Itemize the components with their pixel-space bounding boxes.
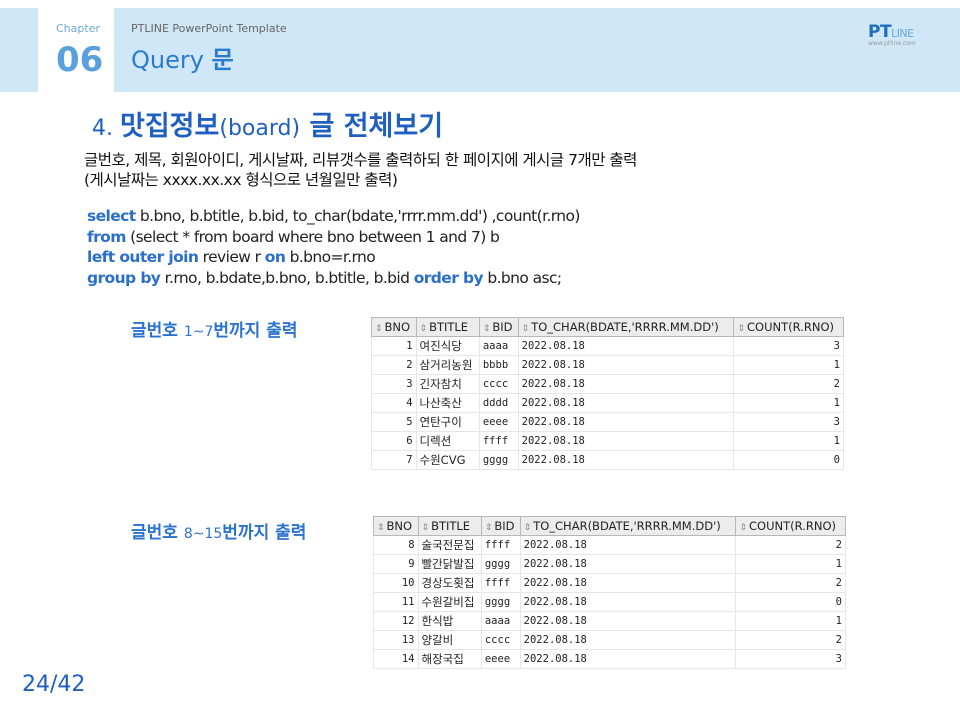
- code-line-1-rest: b.bno, b.btitle, b.bid, to_char(bdate,'r…: [135, 207, 581, 225]
- result1-header-row: ⇕ BNO ⇕ BTITLE ⇕ BID ⇕ TO_CHAR(BDATE,'RRRR.M…: [371, 317, 844, 337]
- code-line-3-mid: review r: [198, 248, 265, 266]
- column-header-date[interactable]: ⇕ TO_CHAR(BDATE,'RRRR.MM.DD'): [517, 317, 735, 337]
- keyword-from: from: [87, 227, 126, 246]
- table-row: 14 해장국집 eeee 2022.08.18 3: [373, 649, 846, 669]
- result2-header-row: ⇕ BNO ⇕ BTITLE ⇕ BID ⇕ TO_CHAR(BDATE,'RRRR.M…: [373, 516, 846, 536]
- table-row: 4 나산축산 dddd 2022.08.18 1: [371, 393, 844, 413]
- column-header-bid[interactable]: ⇕ BID: [480, 516, 521, 536]
- keyword-on: on: [264, 248, 286, 266]
- result2-label-a: 글번호: [131, 523, 184, 543]
- result1-table: ⇕ BNO ⇕ BTITLE ⇕ BID ⇕ TO_CHAR(BDATE,'RRRR.M…: [371, 317, 844, 470]
- sort-arrows-icon: ⇕: [484, 523, 493, 533]
- code-line-4: group by r.rno, b.bdate,b.bno, b.btitle,…: [87, 268, 580, 289]
- section-title-b: (board): [219, 116, 301, 141]
- column-header-btitle[interactable]: ⇕ BTITLE: [415, 317, 480, 337]
- template-name: PTLINE PowerPoint Template: [131, 22, 287, 35]
- result2-label: 글번호 8~15번까지 출력: [131, 518, 306, 543]
- result2-table: ⇕ BNO ⇕ BTITLE ⇕ BID ⇕ TO_CHAR(BDATE,'RRRR.M…: [373, 516, 846, 669]
- sort-arrows-icon: ⇕: [419, 324, 428, 334]
- table-row: 12 한식밥 aaaa 2022.08.18 1: [373, 611, 846, 631]
- table-row: 13 양갈비 cccc 2022.08.18 2: [373, 630, 846, 650]
- code-line-4-rest: b.bno asc;: [483, 268, 562, 287]
- page-title: Query 문: [131, 40, 234, 75]
- description-line-1: 글번호, 제목, 회원아이디, 게시날짜, 리뷰갯수를 출력하되 한 페이지에 …: [84, 151, 637, 169]
- table-row: 11 수원갈비집 gggg 2022.08.18 0: [373, 592, 846, 612]
- code-line-2-rest: (select * from board where bno between 1…: [125, 227, 500, 246]
- section-title-a: 맛집정보: [119, 111, 220, 142]
- section-heading: 4. 맛집정보(board) 글 전체보기: [92, 104, 443, 143]
- keyword-order-by: order by: [413, 268, 484, 287]
- result1-label-c: 번까지 출력: [213, 321, 298, 341]
- page-indicator: 24/42: [22, 672, 86, 697]
- code-line-2: from (select * from board where bno betw…: [87, 227, 580, 248]
- code-line-4-mid: r.rno, b.bdate,b.bno, b.btitle, b.bid: [160, 268, 414, 287]
- sort-arrows-icon: ⇕: [521, 324, 530, 334]
- page-title-korean: 문: [211, 46, 234, 74]
- page-title-latin: Query: [131, 46, 212, 74]
- result1-label: 글번호 1~7번까지 출력: [131, 316, 298, 341]
- section-number: 4.: [92, 116, 120, 141]
- result1-label-a: 글번호: [131, 321, 184, 341]
- code-line-3-rest: b.bno=r.rno: [285, 248, 376, 266]
- column-header-bid[interactable]: ⇕ BID: [478, 317, 519, 337]
- logo-accent-text: LINE: [891, 27, 914, 40]
- column-header-count[interactable]: ⇕ COUNT(R.RNO): [733, 317, 844, 337]
- sort-arrows-icon: ⇕: [375, 324, 383, 334]
- sort-arrows-icon: ⇕: [737, 324, 746, 334]
- result1-label-range: 1~7: [183, 324, 214, 340]
- sort-arrows-icon: ⇕: [377, 523, 385, 533]
- table-row: 7 수원CVG gggg 2022.08.18 0: [371, 450, 844, 470]
- brand-logo: PTLINE www.ptline.com: [868, 22, 916, 47]
- code-line-3: left outer join review r on b.bno=r.rno: [87, 247, 580, 268]
- sort-arrows-icon: ⇕: [421, 523, 430, 533]
- table-row: 5 연탄구이 eeee 2022.08.18 3: [371, 412, 844, 432]
- table-row: 1 여진식당 aaaa 2022.08.18 3: [371, 336, 844, 356]
- keyword-group-by: group by: [87, 268, 161, 287]
- table-row: 9 빨간닭발집 gggg 2022.08.18 1: [373, 554, 846, 574]
- keyword-select: select: [87, 207, 136, 225]
- table-row: 10 경상도횟집 ffff 2022.08.18 2: [373, 573, 846, 593]
- chapter-number: 06: [56, 40, 104, 80]
- sort-arrows-icon: ⇕: [739, 523, 748, 533]
- column-header-date[interactable]: ⇕ TO_CHAR(BDATE,'RRRR.MM.DD'): [519, 516, 737, 536]
- table-row: 6 디렉션 ffff 2022.08.18 1: [371, 431, 844, 451]
- sql-code-block: select b.bno, b.btitle, b.bid, to_char(b…: [87, 206, 580, 288]
- column-header-bno[interactable]: ⇕ BNO: [373, 516, 419, 536]
- column-header-btitle[interactable]: ⇕ BTITLE: [417, 516, 482, 536]
- logo-wordmark: PTLINE: [868, 22, 916, 42]
- table-row: 2 삼거리농원 bbbb 2022.08.18 1: [371, 355, 844, 375]
- column-header-bno[interactable]: ⇕ BNO: [371, 317, 417, 337]
- logo-main-text: PT: [868, 22, 892, 42]
- table-row: 8 술국전문집 ffff 2022.08.18 2: [373, 535, 846, 555]
- keyword-left-outer-join: left outer join: [87, 248, 199, 266]
- description: 글번호, 제목, 회원아이디, 게시날짜, 리뷰갯수를 출력하되 한 페이지에 …: [84, 150, 924, 190]
- section-title-c: 글 전체보기: [300, 111, 444, 142]
- result2-label-range: 8~15: [183, 526, 223, 542]
- sort-arrows-icon: ⇕: [523, 523, 532, 533]
- result2-label-c: 번까지 출력: [222, 523, 307, 543]
- table-row: 3 긴자참치 cccc 2022.08.18 2: [371, 374, 844, 394]
- chapter-label: Chapter: [56, 22, 100, 35]
- sort-arrows-icon: ⇕: [482, 324, 491, 334]
- code-line-1: select b.bno, b.btitle, b.bid, to_char(b…: [87, 206, 580, 227]
- logo-url: www.ptline.com: [868, 40, 916, 47]
- description-line-2: (게시날짜는 xxxx.xx.xx 형식으로 년월일만 출력): [84, 171, 398, 189]
- column-header-count[interactable]: ⇕ COUNT(R.RNO): [735, 516, 846, 536]
